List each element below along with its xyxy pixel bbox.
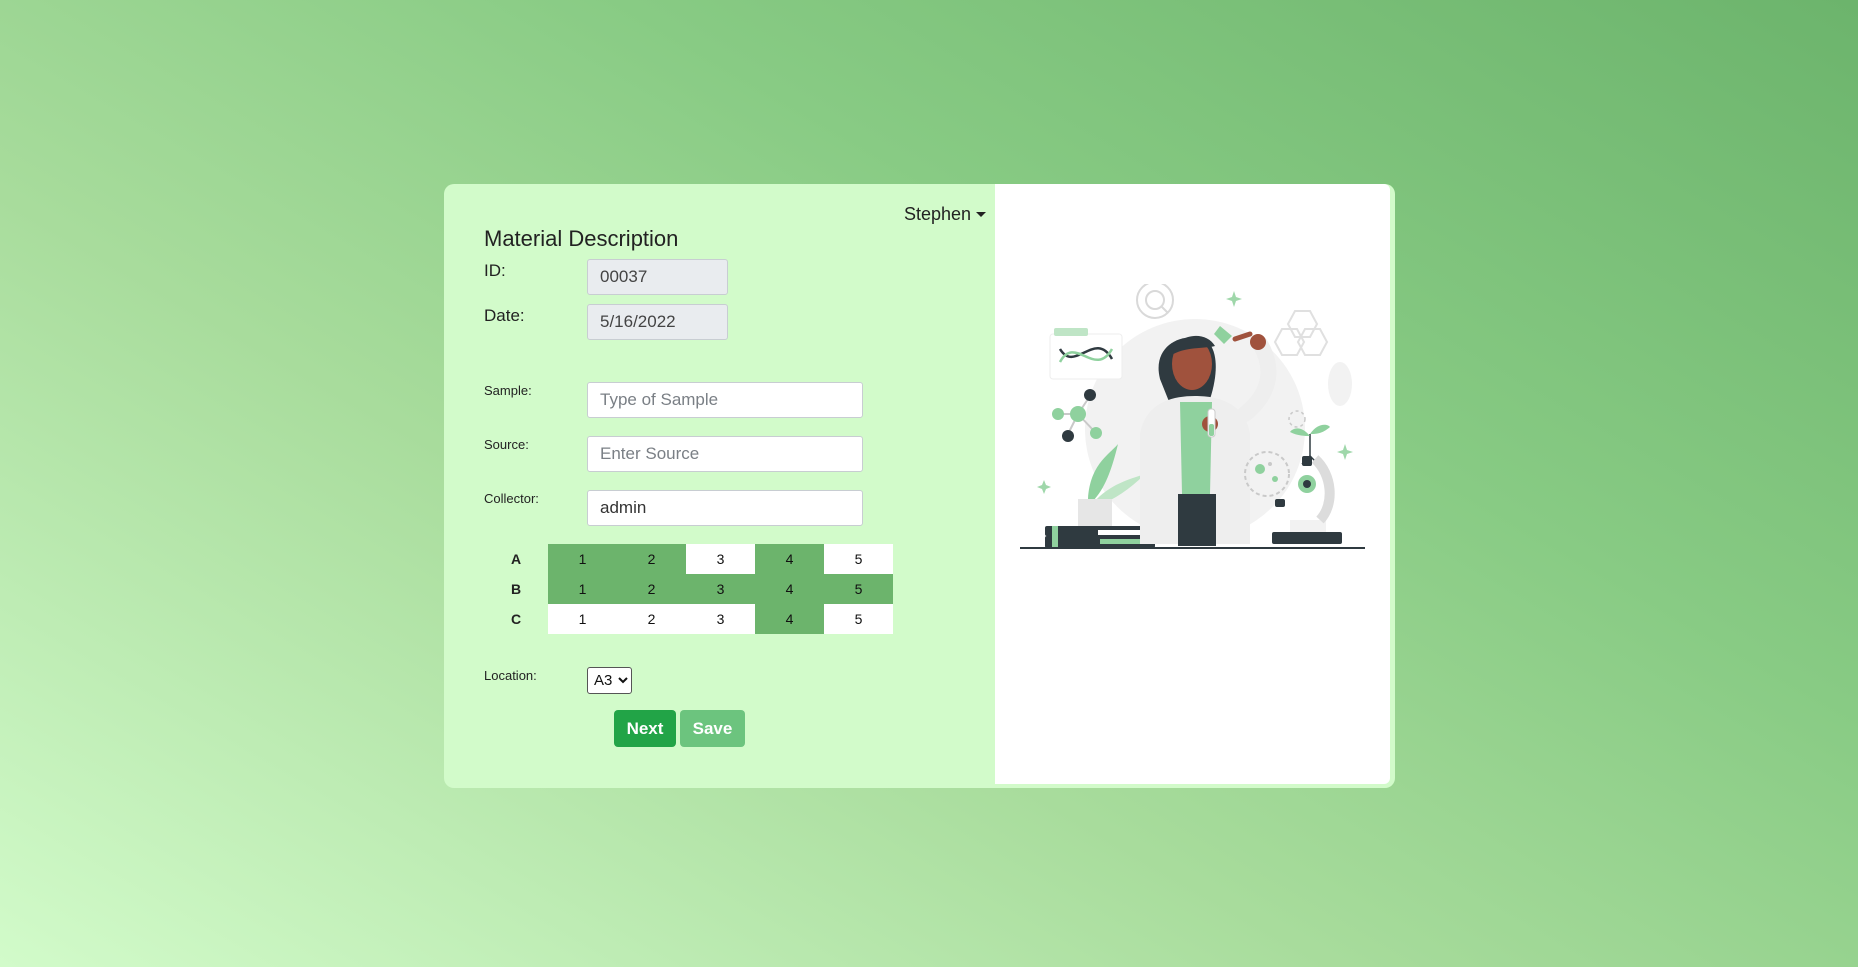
user-name: Stephen [904, 204, 972, 224]
user-dropdown[interactable]: Stephen [904, 204, 987, 225]
molecule-hexagon-icon [1273, 310, 1329, 356]
grid-cell[interactable]: 3 [686, 574, 755, 604]
grid-row-label: B [510, 581, 522, 597]
save-button[interactable]: Save [680, 710, 745, 747]
date-field[interactable] [587, 304, 728, 340]
sample-input[interactable] [587, 382, 863, 418]
scientist-lab-illustration [1020, 284, 1365, 549]
sample-label: Sample: [484, 383, 532, 398]
grid-cell[interactable]: 5 [824, 604, 893, 634]
grid-cell[interactable]: 1 [548, 544, 617, 574]
id-label: ID: [484, 261, 506, 280]
form-panel: Stephen Material Description ID: Date: S… [444, 184, 995, 788]
grid-row: C 12345 [484, 604, 893, 634]
grid-cell[interactable]: 4 [755, 604, 824, 634]
source-label: Source: [484, 437, 529, 452]
magnifier-icon [1136, 284, 1174, 319]
location-select[interactable]: A3 [587, 667, 632, 694]
material-card: Stephen Material Description ID: Date: S… [444, 184, 1395, 788]
grid-cell[interactable]: 3 [686, 604, 755, 634]
grid-cell[interactable]: 5 [824, 574, 893, 604]
grid-cell[interactable]: 5 [824, 544, 893, 574]
grid-cell[interactable]: 2 [617, 544, 686, 574]
grid-cell[interactable]: 1 [548, 604, 617, 634]
grid-cell[interactable]: 3 [686, 544, 755, 574]
grid-row: B 12345 [484, 574, 893, 604]
grid-cell[interactable]: 4 [755, 574, 824, 604]
next-button[interactable]: Next [614, 710, 676, 747]
grid-row: A 12345 [484, 544, 893, 574]
illustration-panel [995, 184, 1390, 784]
collector-input[interactable] [587, 490, 863, 526]
location-label: Location: [484, 668, 537, 683]
date-label: Date: [484, 306, 525, 325]
caret-down-icon [976, 212, 987, 217]
page-title: Material Description [484, 226, 679, 251]
books-icon [1045, 526, 1155, 548]
collector-label: Collector: [484, 491, 539, 506]
grid-cell[interactable]: 2 [617, 574, 686, 604]
dna-card [1049, 328, 1123, 380]
grid-cell[interactable]: 2 [617, 604, 686, 634]
id-field[interactable] [587, 259, 728, 295]
grid-cell[interactable]: 1 [548, 574, 617, 604]
grid-row-label: A [510, 551, 522, 567]
grid-cell[interactable]: 4 [755, 544, 824, 574]
location-grid: A 12345 B 12345 C 12345 [484, 544, 893, 634]
source-input[interactable] [587, 436, 863, 472]
grid-row-label: C [510, 611, 522, 627]
